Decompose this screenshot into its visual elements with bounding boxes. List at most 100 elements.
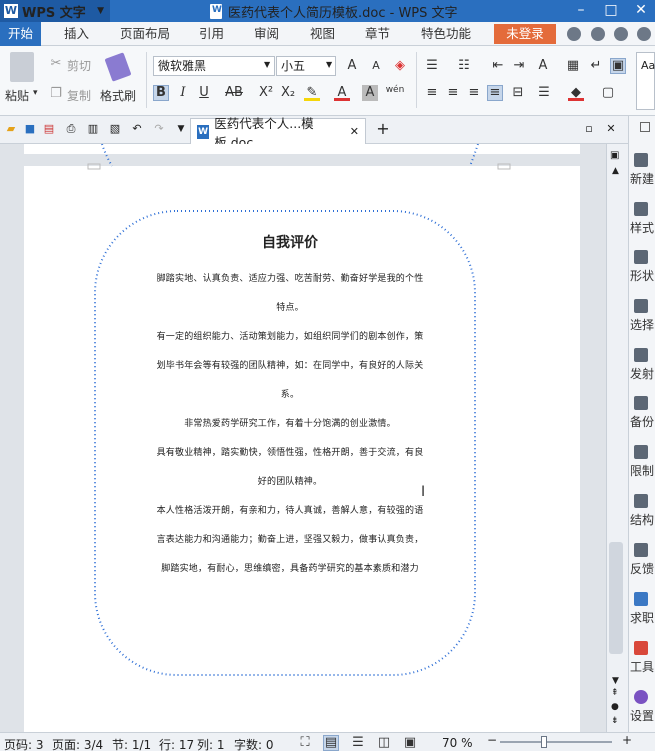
bold-icon[interactable]: B (153, 85, 169, 101)
tab-insert[interactable]: 插入 (64, 22, 89, 46)
tab-home[interactable]: 开始 (0, 22, 42, 46)
strikethrough-icon[interactable]: AB (224, 85, 244, 101)
panel-backup[interactable]: 备份 (630, 396, 655, 430)
outline-view-icon[interactable]: ☰ (350, 735, 366, 751)
save-icon[interactable]: ■ (23, 122, 37, 136)
panel-shape[interactable]: 形状 (630, 250, 655, 284)
superscript-icon[interactable]: X² (258, 85, 274, 101)
login-button[interactable]: 未登录 (494, 24, 556, 44)
open-folder-icon[interactable]: ▰ (4, 122, 18, 136)
font-name-select[interactable]: 微软雅黑 (153, 56, 275, 76)
format-painter-button[interactable]: 格式刷 (100, 87, 136, 104)
panel-settings[interactable]: 设置 (630, 690, 655, 724)
panel-tools[interactable]: 工具 (630, 641, 655, 675)
tab-review[interactable]: 审阅 (254, 22, 279, 46)
redo-icon[interactable]: ↷ (152, 122, 166, 136)
decrease-indent-icon[interactable]: ⇤ (490, 58, 506, 74)
status-word-count[interactable]: 字数: 0 (234, 736, 274, 751)
panel-style[interactable]: 样式 (630, 202, 655, 236)
style-gallery[interactable]: Aa (636, 52, 655, 110)
pinyin-icon[interactable]: wén (385, 82, 405, 98)
shirt-icon[interactable] (614, 27, 628, 41)
scroll-up-icon[interactable]: ▲ (612, 166, 619, 176)
tab-view[interactable]: 视图 (310, 22, 335, 46)
panel-new[interactable]: 新建 (630, 153, 655, 187)
copy-button[interactable]: 复制 (67, 87, 91, 104)
panel-restrict[interactable]: 限制 (630, 445, 655, 479)
app-menu-button[interactable]: W WPS 文字 ▼ (0, 0, 110, 22)
scissors-icon[interactable]: ✂ (48, 56, 64, 72)
paste-icon[interactable] (10, 52, 34, 82)
text-direction-icon[interactable]: A (535, 58, 551, 74)
restore-icon[interactable]: ▫ (582, 122, 596, 136)
prev-page-icon[interactable]: ⇞ (611, 688, 619, 698)
chevron-down-icon[interactable]: ▾ (33, 88, 38, 98)
help-icon[interactable] (637, 27, 651, 41)
panel-toggle-icon[interactable] (640, 122, 650, 132)
increase-indent-icon[interactable]: ⇥ (511, 58, 527, 74)
paragraph-mark-icon[interactable]: ↵ (588, 58, 604, 74)
show-marks-icon[interactable]: ▣ (610, 58, 626, 74)
sync-icon[interactable] (591, 27, 605, 41)
web-view-icon[interactable]: ◫ (376, 735, 392, 751)
close-doc-icon[interactable]: ✕ (604, 122, 618, 136)
numbered-list-icon[interactable]: ☷ (456, 58, 472, 74)
print-icon[interactable]: ⎙ (64, 122, 78, 136)
paste-button[interactable]: 粘贴 (5, 87, 29, 104)
panel-select[interactable]: 选择 (630, 299, 655, 333)
export-pdf-icon[interactable]: ▤ (42, 122, 56, 136)
tab-section[interactable]: 章节 (365, 22, 390, 46)
scrollbar-thumb[interactable] (609, 542, 623, 654)
document-tab[interactable]: W 医药代表个人...模板.doc ✕ (190, 116, 366, 150)
zoom-in-icon[interactable]: + (622, 733, 632, 747)
read-view-icon[interactable]: ▣ (402, 735, 418, 751)
panel-send[interactable]: 发射 (630, 348, 655, 382)
skin-icon[interactable] (567, 27, 581, 41)
highlight-icon[interactable]: ✎ (304, 85, 320, 101)
align-left-icon[interactable]: ≡ (424, 85, 440, 101)
justify-icon[interactable]: ≡ (487, 85, 503, 101)
panel-jobs[interactable]: 求职 (630, 592, 655, 626)
scroll-down-icon[interactable]: ▼ (612, 676, 619, 686)
print-preview-icon[interactable]: ▥ (86, 122, 100, 136)
fullscreen-icon[interactable]: ⛶ (297, 735, 313, 751)
italic-icon[interactable]: I (175, 85, 191, 101)
distribute-icon[interactable]: ⊟ (510, 85, 526, 101)
minimize-button[interactable]: – (565, 0, 597, 22)
line-spacing-icon[interactable]: ☰ (536, 85, 552, 101)
align-center-icon[interactable]: ≡ (445, 85, 461, 101)
shading-icon[interactable]: ◆ (568, 85, 584, 101)
subscript-icon[interactable]: X₂ (280, 85, 296, 101)
scroll-options-icon[interactable]: ▣ (610, 150, 619, 161)
select-browse-icon[interactable]: ● (611, 702, 619, 712)
bullet-list-icon[interactable]: ☰ (424, 58, 440, 74)
zoom-slider[interactable] (500, 741, 612, 743)
underline-icon[interactable]: U (196, 85, 212, 101)
grow-font-icon[interactable]: A (344, 58, 360, 74)
chevron-down-icon[interactable]: ▼ (174, 122, 188, 136)
shrink-font-icon[interactable]: A (368, 58, 384, 74)
new-tab-icon[interactable]: + (376, 121, 390, 137)
close-button[interactable]: ✕ (625, 0, 655, 22)
page-view-icon[interactable]: ▤ (323, 735, 339, 751)
zoom-out-icon[interactable]: − (487, 733, 497, 747)
font-color-icon[interactable]: A (334, 85, 350, 101)
panel-feedback[interactable]: 反馈 (630, 543, 655, 577)
zoom-level[interactable]: 70 % (442, 736, 473, 750)
zoom-slider-handle[interactable] (541, 736, 547, 748)
tab-features[interactable]: 特色功能 (421, 22, 471, 46)
align-right-icon[interactable]: ≡ (466, 85, 482, 101)
table-icon[interactable]: ▦ (565, 58, 581, 74)
close-tab-icon[interactable]: ✕ (350, 125, 359, 138)
maximize-button[interactable]: □ (595, 0, 627, 22)
clear-format-icon[interactable]: ◈ (392, 58, 408, 74)
tab-page-layout[interactable]: 页面布局 (120, 22, 170, 46)
undo-icon[interactable]: ↶ (130, 122, 144, 136)
char-shading-icon[interactable]: A (362, 85, 378, 101)
copy-icon[interactable]: ❐ (48, 86, 64, 102)
borders-icon[interactable]: ▢ (600, 85, 616, 101)
next-page-icon[interactable]: ⇟ (611, 716, 619, 726)
tab-references[interactable]: 引用 (199, 22, 224, 46)
spellcheck-icon[interactable]: ▧ (108, 122, 122, 136)
panel-structure[interactable]: 结构 (630, 494, 655, 528)
